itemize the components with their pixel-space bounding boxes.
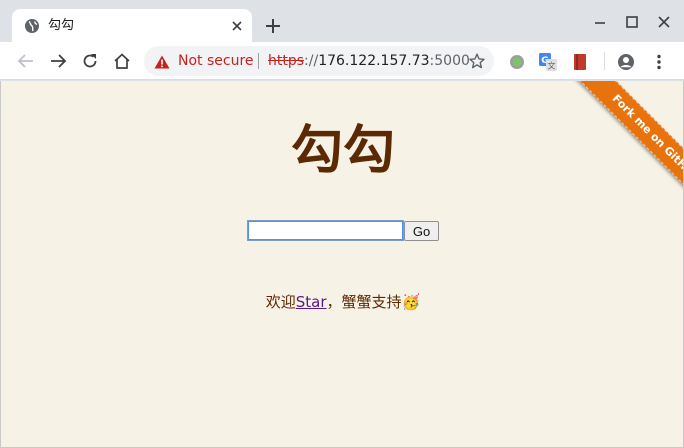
globe-icon (24, 18, 40, 34)
tab-strip: 勾勾 (0, 0, 684, 42)
star-link[interactable]: Star (296, 293, 327, 311)
fork-ribbon: Fork me on GitHub (543, 81, 683, 221)
book-extension-icon[interactable] (571, 53, 589, 71)
translate-extension-icon[interactable]: G 文 (539, 53, 557, 71)
warning-icon[interactable] (154, 54, 170, 69)
go-button[interactable]: Go (404, 221, 439, 241)
omnibox-divider (258, 53, 259, 69)
minimize-icon[interactable] (592, 14, 608, 30)
welcome-suffix: ，蟹蟹支持🥳 (326, 293, 421, 311)
omnibox[interactable]: Not secure https://176.122.157.73:5000 (144, 46, 494, 76)
arrow-right-icon[interactable] (47, 50, 69, 72)
tab-title: 勾勾 (48, 18, 75, 33)
welcome-prefix: 欢迎 (265, 293, 296, 311)
reload-icon[interactable] (79, 50, 101, 72)
maximize-icon[interactable] (624, 14, 640, 30)
window-close-icon[interactable] (656, 14, 672, 30)
star-icon[interactable] (469, 53, 485, 69)
account-icon[interactable] (617, 53, 635, 71)
welcome-message: 欢迎Star，蟹蟹支持🥳 (1, 292, 683, 312)
url-host: 176.122.157.73 (318, 53, 430, 69)
browser-toolbar: Not secure https://176.122.157.73:5000 G… (0, 42, 684, 80)
close-icon[interactable] (228, 17, 246, 35)
url-text[interactable]: https://176.122.157.73:5000 (268, 53, 470, 69)
security-status[interactable]: Not secure (178, 53, 254, 69)
url-separator: :// (304, 53, 319, 69)
url-scheme: https (268, 53, 305, 69)
home-icon[interactable] (111, 50, 133, 72)
browser-tab[interactable]: 勾勾 (12, 9, 252, 42)
search-input[interactable] (247, 220, 404, 241)
arrow-left-icon[interactable] (15, 50, 37, 72)
toolbar-divider (604, 52, 605, 70)
url-port: :5000 (429, 53, 470, 69)
page-viewport: 勾勾 Go 欢迎Star，蟹蟹支持🥳 Fork me on GitHub (0, 81, 684, 448)
fork-me-on-github-link[interactable]: Fork me on GitHub (575, 81, 683, 218)
extension-circle-icon[interactable] (508, 53, 526, 71)
plus-icon[interactable] (262, 15, 284, 37)
svg-text:文: 文 (548, 61, 556, 71)
kebab-menu-icon[interactable] (650, 53, 668, 71)
